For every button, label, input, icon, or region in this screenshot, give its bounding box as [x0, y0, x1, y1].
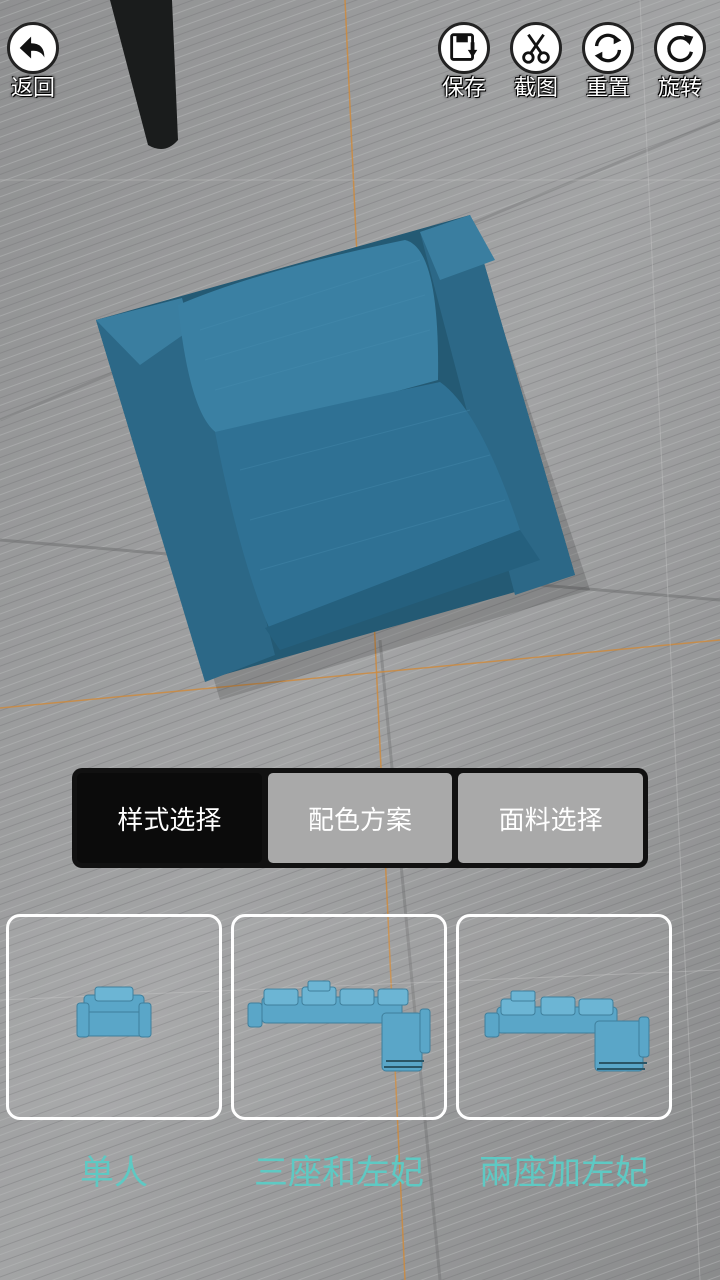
- tab-style-selection[interactable]: 样式选择: [77, 773, 262, 863]
- two-seat-left-chaise-sofa-icon: [484, 990, 650, 1072]
- reset-label: 重置: [585, 76, 630, 101]
- rotate-label: 旋转: [657, 76, 702, 101]
- reset-button[interactable]: 重置: [579, 22, 637, 102]
- rotate-button[interactable]: 旋转: [651, 22, 709, 102]
- rotate-icon: [654, 22, 706, 74]
- screenshot-label: 截图: [513, 76, 558, 101]
- back-button[interactable]: 返回: [4, 22, 62, 102]
- back-label: 返回: [10, 76, 55, 101]
- style-card-three-seat-left-chaise[interactable]: [231, 914, 447, 1120]
- style-label-three-seat-left-chaise: 三座和左妃: [254, 1153, 424, 1193]
- three-seat-left-chaise-sofa-icon: [247, 980, 431, 1072]
- style-card-two-seat-left-chaise[interactable]: [456, 914, 672, 1120]
- option-tabs: 样式选择 配色方案 面料选择: [72, 768, 648, 868]
- scissors-icon: [510, 22, 562, 74]
- single-sofa-icon: [76, 986, 152, 1038]
- back-arrow-icon: [7, 22, 59, 74]
- style-label-single: 单人: [80, 1153, 148, 1193]
- reset-icon: [582, 22, 634, 74]
- tab-fabric-selection[interactable]: 面料选择: [458, 773, 644, 863]
- tab-color-scheme[interactable]: 配色方案: [267, 773, 453, 863]
- screenshot-button[interactable]: 截图: [507, 22, 565, 102]
- style-card-single[interactable]: [6, 914, 222, 1120]
- style-label-two-seat-left-chaise: 兩座加左妃: [479, 1153, 649, 1193]
- save-label: 保存: [441, 76, 486, 101]
- save-icon: [438, 22, 490, 74]
- save-button[interactable]: 保存: [435, 22, 493, 102]
